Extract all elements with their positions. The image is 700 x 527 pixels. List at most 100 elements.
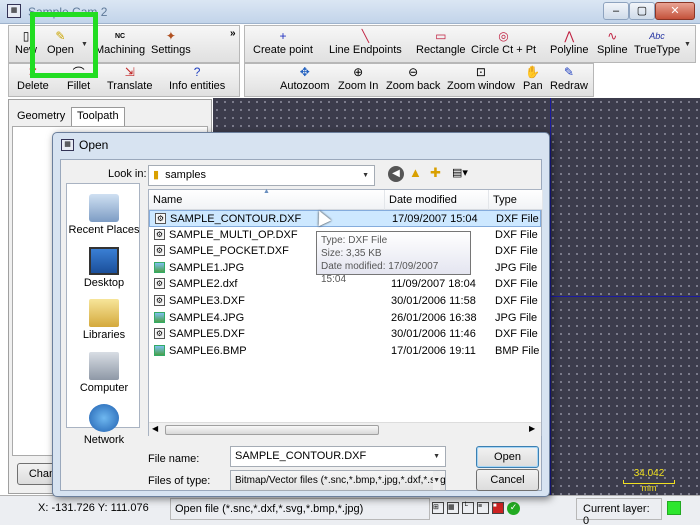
layer-color-swatch[interactable] xyxy=(667,501,681,515)
file-date: 30/01/2006 11:46 xyxy=(391,328,476,341)
file-name: SAMPLE5.DXF xyxy=(169,328,245,341)
file-name-label: File name: xyxy=(148,453,200,465)
view-menu-icon[interactable]: ▤▾ xyxy=(452,166,468,179)
ortho-icon[interactable]: └ xyxy=(462,502,474,514)
place-desktop[interactable]: Desktop xyxy=(67,247,141,289)
computer-icon xyxy=(89,352,119,380)
column-header-type[interactable]: Type xyxy=(489,190,543,210)
toolbar-overflow-icon[interactable]: » xyxy=(230,28,236,39)
info-entities-button[interactable]: ? Info entities xyxy=(169,64,225,92)
file-type: DXF File xyxy=(495,295,538,307)
file-name: SAMPLE4.JPG xyxy=(169,311,245,324)
file-type-select[interactable]: Bitmap/Vector files (*.snc,*.bmp,*.jpg,*… xyxy=(230,470,446,491)
column-header-date[interactable]: Date modified xyxy=(385,190,489,210)
file-row[interactable]: ⚙ SAMPLE_CONTOUR.DXF 17/09/2007 15:04 DXF F… xyxy=(149,210,541,227)
cancel-button[interactable]: Cancel xyxy=(476,469,539,491)
recent-places-icon xyxy=(89,194,119,222)
file-type: DXF File xyxy=(495,245,538,258)
scroll-left-icon[interactable]: ◀ xyxy=(152,424,158,433)
new-folder-icon[interactable]: ✚ xyxy=(430,165,441,181)
stop-icon[interactable]: ■ xyxy=(492,502,504,514)
zoom-in-button[interactable]: ⊕ Zoom In xyxy=(338,64,378,92)
circle-icon: ◎ xyxy=(498,29,509,43)
spline-icon: ∿ xyxy=(607,29,618,43)
close-button[interactable]: ✕ xyxy=(655,2,695,20)
look-in-label: Look in: xyxy=(108,168,147,180)
back-icon[interactable]: ◀ xyxy=(388,166,404,182)
status-toggle-icons: ⊞ ▦ └ ≡ ■ ✓ xyxy=(432,502,532,516)
file-row[interactable]: SAMPLE6.BMP 17/01/2006 19:11 BMP File xyxy=(149,343,541,360)
draw-dropdown-arrow-icon[interactable]: ▼ xyxy=(684,41,691,48)
truetype-button[interactable]: Abc TrueType xyxy=(634,28,680,56)
machining-button[interactable]: NC Machining xyxy=(95,28,145,57)
image-file-icon xyxy=(154,261,165,273)
circle-button[interactable]: ◎ Circle Ct + Pt xyxy=(471,28,536,56)
highlight-box xyxy=(30,12,98,78)
info-icon: ? xyxy=(193,65,201,79)
line-endpoints-button[interactable]: ╲ Line Endpoints xyxy=(329,28,402,56)
file-type: JPG File xyxy=(495,311,538,324)
tab-toolpath[interactable]: Toolpath xyxy=(71,107,125,126)
file-date: 17/09/2007 15:04 xyxy=(392,213,478,225)
place-computer[interactable]: Computer xyxy=(67,352,141,394)
autozoom-button[interactable]: ✥ Autozoom xyxy=(280,64,330,92)
look-in-dropdown-icon: ▼ xyxy=(362,172,369,179)
translate-icon: ⇲ xyxy=(124,65,135,79)
snap-icon[interactable]: ⊞ xyxy=(432,502,444,514)
up-folder-icon[interactable]: ▲ xyxy=(409,165,422,180)
file-list[interactable]: Name ▲ Date modified Type ⚙ SAMPLE_CONTOU… xyxy=(148,188,543,436)
pan-button[interactable]: ✋ Pan xyxy=(523,64,543,92)
tooltip-type: Type: DXF File xyxy=(321,235,388,246)
maximize-button[interactable]: ▢ xyxy=(629,2,655,20)
create-point-button[interactable]: + Create point xyxy=(253,28,313,56)
place-recent[interactable]: Recent Places xyxy=(67,194,141,236)
zoom-back-button[interactable]: ⊖ Zoom back xyxy=(386,64,440,92)
file-name: SAMPLE_POCKET.DXF xyxy=(169,245,289,258)
desktop-icon xyxy=(89,247,119,275)
status-message: Open file (*.snc,*.dxf,*.svg,*.bmp,*.jpg… xyxy=(170,498,430,520)
draw-toolbar: + Create point ╲ Line Endpoints ▭ Rectangle… xyxy=(244,25,696,63)
dxf-file-icon: ⚙ xyxy=(154,278,165,290)
file-name: SAMPLE2.dxf xyxy=(169,278,238,291)
app-logo-icon: ▦ xyxy=(7,4,21,18)
settings-button[interactable]: ✦ Settings xyxy=(151,28,191,56)
view-toolbar: ✥ Autozoom ⊕ Zoom In ⊖ Zoom back ⊡ Zoom wind… xyxy=(244,63,594,97)
tab-geometry[interactable]: Geometry xyxy=(13,110,69,126)
grid-icon[interactable]: ▦ xyxy=(447,502,459,514)
redraw-icon: ✎ xyxy=(563,65,574,79)
ok-icon[interactable]: ✓ xyxy=(507,502,520,515)
zoom-window-button[interactable]: ⊡ Zoom window xyxy=(447,64,515,92)
file-row[interactable]: ⚙ SAMPLE3.DXF 30/01/2006 11:58 DXF File xyxy=(149,293,541,310)
open-button-dialog[interactable]: Open xyxy=(476,446,539,468)
minimize-button[interactable]: ‒ xyxy=(603,2,629,20)
dxf-file-icon: ⚙ xyxy=(154,245,165,257)
file-name: SAMPLE1.JPG xyxy=(169,261,245,274)
polyline-button[interactable]: ⋀ Polyline xyxy=(550,28,589,56)
tooltip-date: Date modified: 17/09/2007 15:04 xyxy=(321,261,439,285)
places-bar: Recent Places Desktop Libraries Computer… xyxy=(66,183,141,446)
place-network[interactable]: Network xyxy=(67,404,141,446)
file-type: DXF File xyxy=(495,228,538,241)
open-dialog: ▦ Open Look in: ▮ samples ▼ ◀ ▲ ✚ ▤▾ Rece… xyxy=(52,132,550,497)
scrollbar-thumb[interactable] xyxy=(165,425,379,435)
place-libraries[interactable]: Libraries xyxy=(67,299,141,341)
settings-icon: ✦ xyxy=(165,29,176,43)
file-row[interactable]: ⚙ SAMPLE5.DXF 30/01/2006 11:46 DXF File xyxy=(149,326,541,343)
truetype-icon: Abc xyxy=(649,31,665,41)
look-in-select[interactable]: ▮ samples ▼ xyxy=(148,165,375,186)
rectangle-button[interactable]: ▭ Rectangle xyxy=(416,28,466,56)
dialog-title: Open xyxy=(79,138,109,152)
horizontal-scrollbar[interactable]: ◀ ▶ xyxy=(149,422,541,436)
file-name: SAMPLE3.DXF xyxy=(169,295,245,307)
translate-button[interactable]: ⇲ Translate xyxy=(107,64,152,92)
scroll-right-icon[interactable]: ▶ xyxy=(529,424,535,433)
layer-icon[interactable]: ≡ xyxy=(477,502,489,514)
ruler-value: 34.042 xyxy=(633,468,665,479)
spline-button[interactable]: ∿ Spline xyxy=(597,28,628,56)
redraw-button[interactable]: ✎ Redraw xyxy=(550,64,588,92)
file-row[interactable]: SAMPLE4.JPG 26/01/2006 16:38 JPG File xyxy=(149,310,541,327)
point-icon: + xyxy=(279,29,287,43)
libraries-icon xyxy=(89,299,119,327)
file-type-label: Files of type: xyxy=(148,475,211,487)
file-name-input[interactable]: SAMPLE_CONTOUR.DXF ▼ xyxy=(230,446,446,467)
